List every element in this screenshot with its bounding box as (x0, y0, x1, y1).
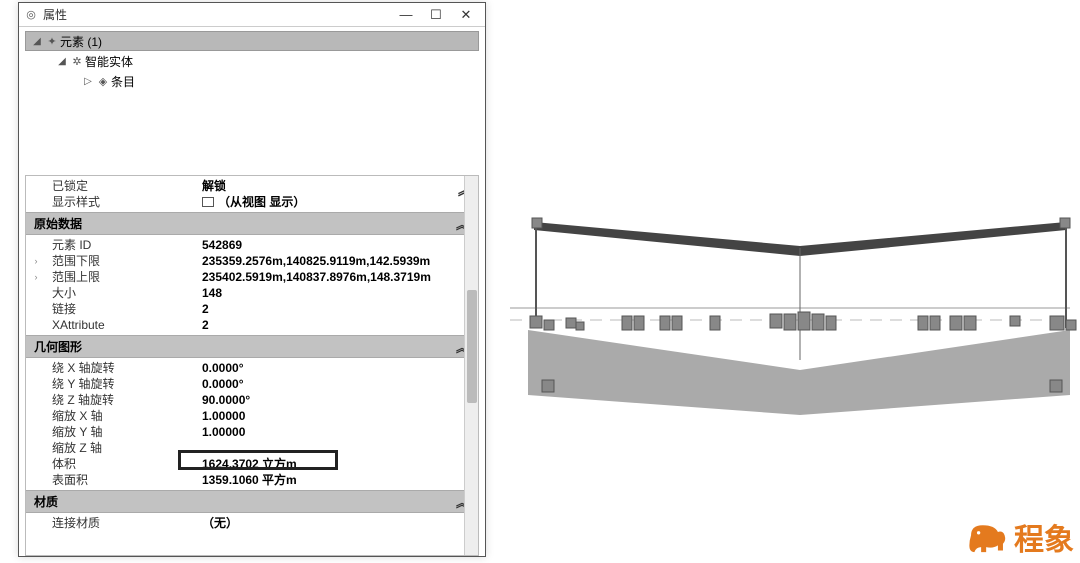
property-row[interactable]: 绕 Z 轴旋转90.0000° (30, 392, 474, 408)
chevron-right-icon[interactable]: › (30, 253, 42, 269)
prop-value[interactable]: （从视图 显示） (202, 194, 474, 210)
prop-value[interactable]: 542869 (202, 237, 474, 253)
prop-label: 连接材质 (42, 515, 202, 531)
prop-label: 链接 (42, 301, 202, 317)
property-row[interactable]: 元素 ID542869 (30, 237, 474, 253)
window-title: 属性 (43, 6, 67, 23)
scrollbar[interactable] (464, 176, 478, 555)
property-row[interactable]: 缩放 X 轴1.00000 (30, 408, 474, 424)
prop-label: 范围上限 (42, 269, 202, 285)
prop-label: 范围下限 (42, 253, 202, 269)
titlebar[interactable]: ◎ 属性 — ☐ ✕ (19, 3, 485, 27)
prop-label: 元素 ID (42, 237, 202, 253)
property-row[interactable]: 链接2 (30, 301, 474, 317)
elephant-icon (966, 519, 1008, 555)
prop-label: 已锁定 (42, 178, 202, 194)
prop-value[interactable]: 1624.3702 立方m (202, 456, 474, 472)
section-header-material[interactable]: 材质 ︽ (26, 490, 478, 513)
prop-label: 绕 Z 轴旋转 (42, 392, 202, 408)
prop-value[interactable]: 解锁 (202, 178, 474, 194)
property-row[interactable]: 显示样式 （从视图 显示） (30, 194, 474, 210)
property-row[interactable]: 连接材质（无） (30, 515, 474, 531)
tree-root[interactable]: ◢ ✦ 元素 (1) (25, 31, 479, 51)
section-geometry: 绕 X 轴旋转0.0000° 绕 Y 轴旋转0.0000° 绕 Z 轴旋转90.… (26, 358, 478, 490)
prop-value[interactable]: 148 (202, 285, 474, 301)
brand-text: 程象 (1014, 515, 1074, 559)
item-icon: ◈ (95, 75, 111, 88)
prop-value[interactable]: 235359.2576m,140825.9119m,142.5939m (202, 253, 474, 269)
app-icon: ◎ (23, 8, 39, 21)
section-top: 已锁定 解锁 显示样式 （从视图 显示） (26, 176, 478, 212)
prop-label: 表面积 (42, 472, 202, 488)
brand-logo: 程象 (966, 515, 1074, 559)
element-tree: ◢ ✦ 元素 (1) ◢ ✲ 智能实体 ▷ ◈ 条目 (19, 27, 485, 175)
prop-value[interactable]: 90.0000° (202, 392, 474, 408)
property-row[interactable]: 表面积1359.1060 平方m (30, 472, 474, 488)
property-row-volume[interactable]: 体积1624.3702 立方m (30, 456, 474, 472)
tree-child[interactable]: ▷ ◈ 条目 (25, 71, 479, 91)
prop-value[interactable]: 2 (202, 317, 474, 333)
property-row[interactable]: XAttribute2 (30, 317, 474, 333)
property-row[interactable]: 大小148 (30, 285, 474, 301)
property-row[interactable]: ›范围下限235359.2576m,140825.9119m,142.5939m (30, 253, 474, 269)
property-row[interactable]: 绕 Y 轴旋转0.0000° (30, 376, 474, 392)
prop-value[interactable]: 0.0000° (202, 376, 474, 392)
prop-label: 绕 Y 轴旋转 (42, 376, 202, 392)
prop-value[interactable]: 1.00000 (202, 424, 474, 440)
prop-value[interactable]: 1359.1060 平方m (202, 472, 474, 488)
viewport-3d[interactable] (510, 0, 1080, 563)
property-row[interactable]: 缩放 Y 轴1.00000 (30, 424, 474, 440)
property-grid: ︽ 已锁定 解锁 显示样式 （从视图 显示） 原始数据 ︽ 元素 ID54286… (25, 175, 479, 556)
prop-label: 体积 (42, 456, 202, 472)
prop-value[interactable]: 2 (202, 301, 474, 317)
tree-root-label: 元素 (1) (60, 33, 102, 50)
section-material: 连接材质（无） (26, 513, 478, 533)
prop-value[interactable] (202, 440, 474, 456)
prop-label: 缩放 Y 轴 (42, 424, 202, 440)
section-header-geometry[interactable]: 几何图形 ︽ (26, 335, 478, 358)
model-view[interactable] (510, 0, 1080, 563)
prop-value[interactable]: 0.0000° (202, 360, 474, 376)
prop-label: 大小 (42, 285, 202, 301)
property-row[interactable]: 缩放 Z 轴 (30, 440, 474, 456)
section-rawdata: 元素 ID542869 ›范围下限235359.2576m,140825.911… (26, 235, 478, 335)
prop-label: 绕 X 轴旋转 (42, 360, 202, 376)
display-swatch-icon (202, 197, 214, 207)
property-row[interactable]: ›范围上限235402.5919m,140837.8976m,148.3719m (30, 269, 474, 285)
prop-value[interactable]: 1.00000 (202, 408, 474, 424)
tree-child-label: 条目 (111, 73, 135, 90)
chevron-down-icon[interactable]: ◢ (55, 56, 69, 67)
tree-child[interactable]: ◢ ✲ 智能实体 (25, 51, 479, 71)
tree-child-label: 智能实体 (85, 53, 133, 70)
close-button[interactable]: ✕ (451, 7, 481, 23)
property-row[interactable]: 绕 X 轴旋转0.0000° (30, 360, 474, 376)
scrollbar-thumb[interactable] (467, 290, 477, 404)
element-icon: ✦ (44, 35, 60, 48)
prop-label: 缩放 Z 轴 (42, 440, 202, 456)
smart-entity-icon: ✲ (69, 55, 85, 68)
minimize-button[interactable]: — (391, 7, 421, 22)
section-header-rawdata[interactable]: 原始数据 ︽ (26, 212, 478, 235)
chevron-right-icon[interactable]: ▷ (81, 76, 95, 87)
prop-value[interactable]: （无） (202, 515, 474, 531)
chevron-right-icon[interactable]: › (30, 269, 42, 285)
prop-label: XAttribute (42, 317, 202, 333)
chevron-down-icon[interactable]: ◢ (30, 36, 44, 47)
properties-panel: ◎ 属性 — ☐ ✕ ◢ ✦ 元素 (1) ◢ ✲ 智能实体 ▷ ◈ 条目 ︽ … (18, 2, 486, 557)
prop-label: 显示样式 (42, 194, 202, 210)
property-row[interactable]: 已锁定 解锁 (30, 178, 474, 194)
prop-label: 缩放 X 轴 (42, 408, 202, 424)
maximize-button[interactable]: ☐ (421, 7, 451, 23)
prop-value[interactable]: 235402.5919m,140837.8976m,148.3719m (202, 269, 474, 285)
